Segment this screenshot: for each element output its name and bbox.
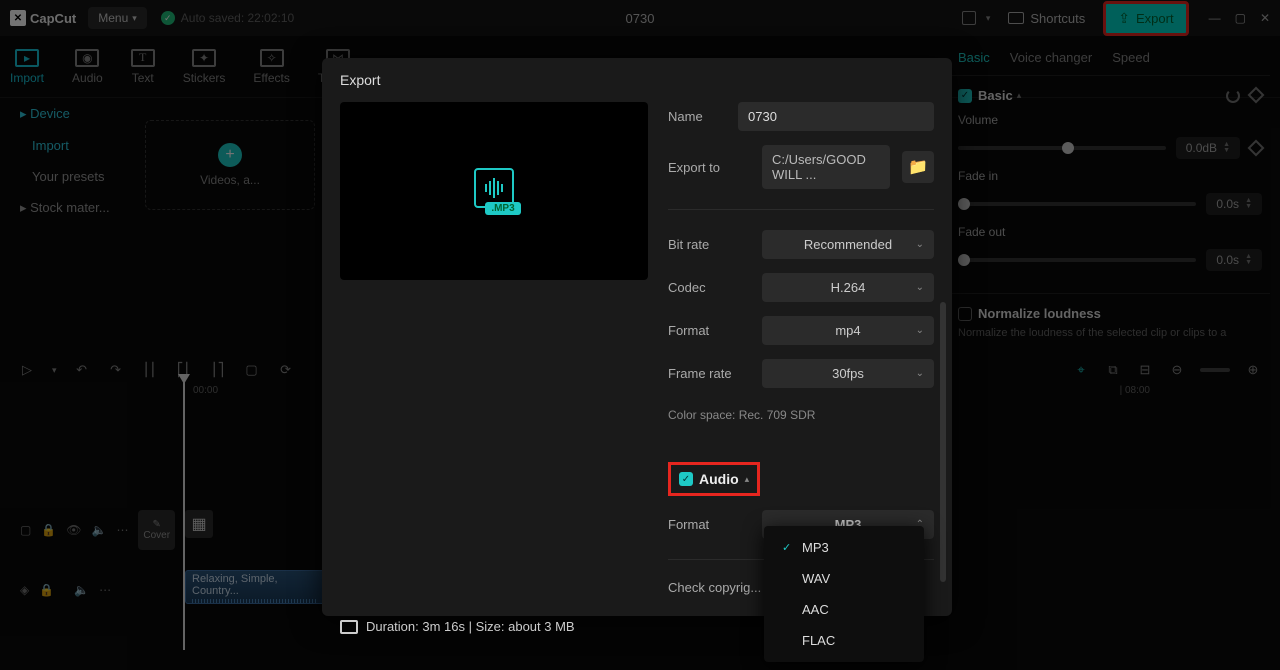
- codec-select[interactable]: H.264⌄: [762, 273, 934, 302]
- name-label: Name: [668, 109, 726, 124]
- bitrate-label: Bit rate: [668, 237, 750, 252]
- vformat-label: Format: [668, 323, 750, 338]
- export-preview: .MP3: [340, 102, 648, 280]
- codec-label: Codec: [668, 280, 750, 295]
- framerate-label: Frame rate: [668, 366, 750, 381]
- framerate-select[interactable]: 30fps⌄: [762, 359, 934, 388]
- audio-format-dropdown: ✓MP3 WAV AAC FLAC: [764, 526, 924, 662]
- export-modal: Export .MP3 Name Export to C:/Users/GOOD…: [322, 58, 952, 616]
- audio-section-toggle[interactable]: ✓ Audio ▴: [668, 462, 760, 496]
- option-wav[interactable]: WAV: [764, 563, 924, 594]
- vformat-select[interactable]: mp4⌄: [762, 316, 934, 345]
- name-input[interactable]: [738, 102, 934, 131]
- colorspace-text: Color space: Rec. 709 SDR: [668, 408, 934, 422]
- folder-button[interactable]: 📁: [902, 151, 934, 183]
- modal-scrollbar[interactable]: [940, 302, 946, 582]
- exportto-label: Export to: [668, 160, 750, 175]
- bitrate-select[interactable]: Recommended⌄: [762, 230, 934, 259]
- audio-checkbox[interactable]: ✓: [679, 472, 693, 486]
- modal-title: Export: [322, 58, 952, 102]
- option-mp3[interactable]: ✓MP3: [764, 532, 924, 563]
- aformat-label: Format: [668, 517, 750, 532]
- option-flac[interactable]: FLAC: [764, 625, 924, 656]
- film-icon: [340, 620, 358, 634]
- option-aac[interactable]: AAC: [764, 594, 924, 625]
- exportto-path: C:/Users/GOOD WILL ...: [762, 145, 890, 189]
